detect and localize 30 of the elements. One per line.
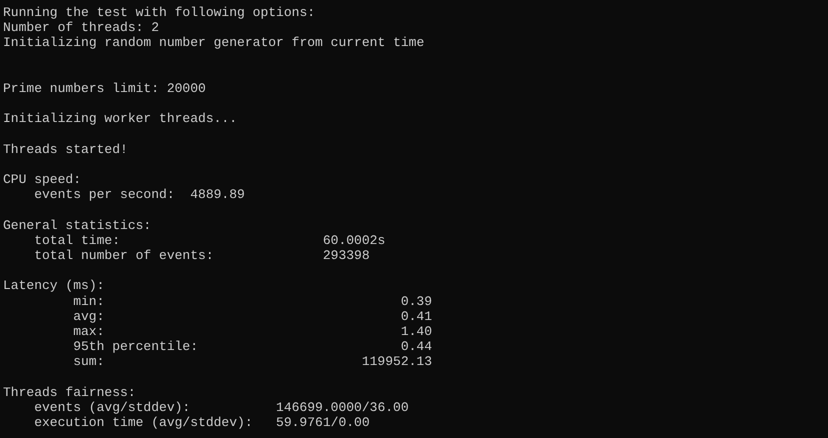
terminal-text: Initializing worker threads... bbox=[3, 111, 238, 126]
terminal-text: General statistics: bbox=[3, 218, 152, 233]
terminal-text: 95th percentile: bbox=[73, 339, 200, 354]
terminal-text: 0.41 bbox=[400, 308, 432, 324]
terminal-text: 1.40 bbox=[400, 324, 432, 340]
terminal-text: events per second: bbox=[34, 187, 176, 202]
terminal-text: 4889.89 bbox=[190, 187, 245, 202]
terminal-text: Latency (ms): bbox=[3, 278, 104, 294]
terminal-text: total number of events: bbox=[34, 248, 215, 264]
terminal-text: min: bbox=[73, 294, 106, 309]
terminal-text: 119952.13 bbox=[360, 354, 432, 370]
terminal-text: CPU speed: bbox=[3, 172, 82, 188]
terminal-text: Running the test with following options: bbox=[3, 5, 316, 20]
terminal-text: 146699.0000/36.00 bbox=[276, 400, 409, 416]
terminal-text: 293398 bbox=[322, 248, 370, 264]
terminal-text: sum: bbox=[73, 354, 106, 370]
terminal-text: Number of threads: 2 bbox=[3, 20, 160, 36]
terminal-text: 0.44 bbox=[400, 339, 432, 354]
terminal-text: 59.9761/0.00 bbox=[276, 415, 370, 430]
terminal-text: Threads started! bbox=[3, 142, 128, 157]
terminal-text: events (avg/stddev): bbox=[34, 400, 192, 416]
terminal-text: Prime numbers limit: 20000 bbox=[3, 80, 206, 96]
terminal-text: Threads fairness: bbox=[3, 384, 136, 400]
terminal-text: 0.39 bbox=[400, 294, 432, 309]
terminal-text: execution time (avg/stddev): bbox=[34, 415, 254, 430]
terminal-text: 60.0002s bbox=[322, 232, 386, 248]
terminal-text: max: bbox=[73, 324, 106, 340]
terminal-text: Initializing random number generator from current time bbox=[3, 35, 424, 51]
terminal-text: avg: bbox=[73, 308, 106, 324]
terminal-text: total time: bbox=[34, 232, 122, 248]
